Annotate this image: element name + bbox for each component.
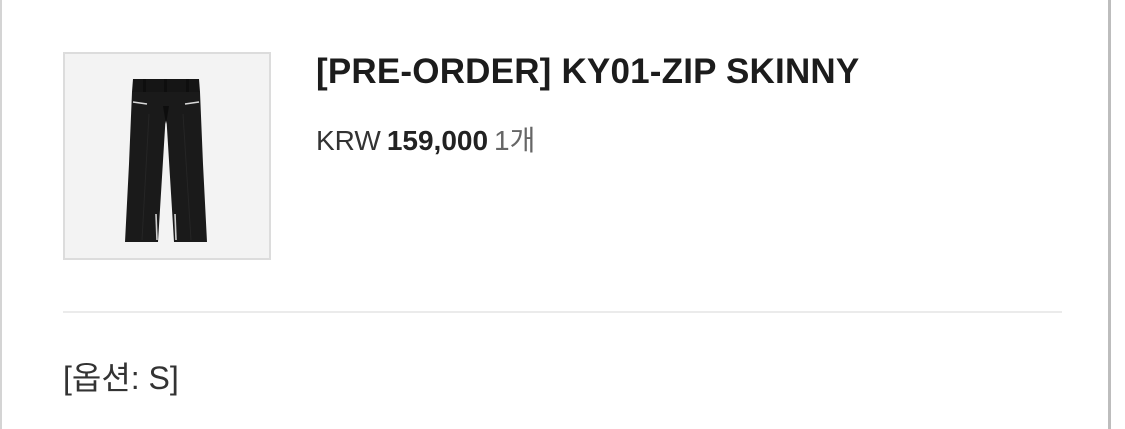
currency-label: KRW <box>316 125 381 156</box>
divider <box>63 311 1062 313</box>
black-zip-skinny-jeans-image <box>125 79 207 242</box>
product-title[interactable]: [PRE-ORDER] KY01-ZIP SKINNY <box>316 52 859 92</box>
quantity-label: 1개 <box>494 125 536 156</box>
price-amount: 159,000 <box>386 125 489 156</box>
option-label: [옵션: S] <box>63 360 179 396</box>
scrollbar[interactable] <box>1108 0 1111 429</box>
product-thumbnail[interactable] <box>63 52 271 260</box>
order-item-card: [PRE-ORDER] KY01-ZIP SKINNY KRW 159,000 1개… <box>2 0 1107 429</box>
order-item-frame: [PRE-ORDER] KY01-ZIP SKINNY KRW 159,000 1개… <box>0 0 1125 429</box>
price-row: KRW 159,000 1개 <box>316 119 535 159</box>
